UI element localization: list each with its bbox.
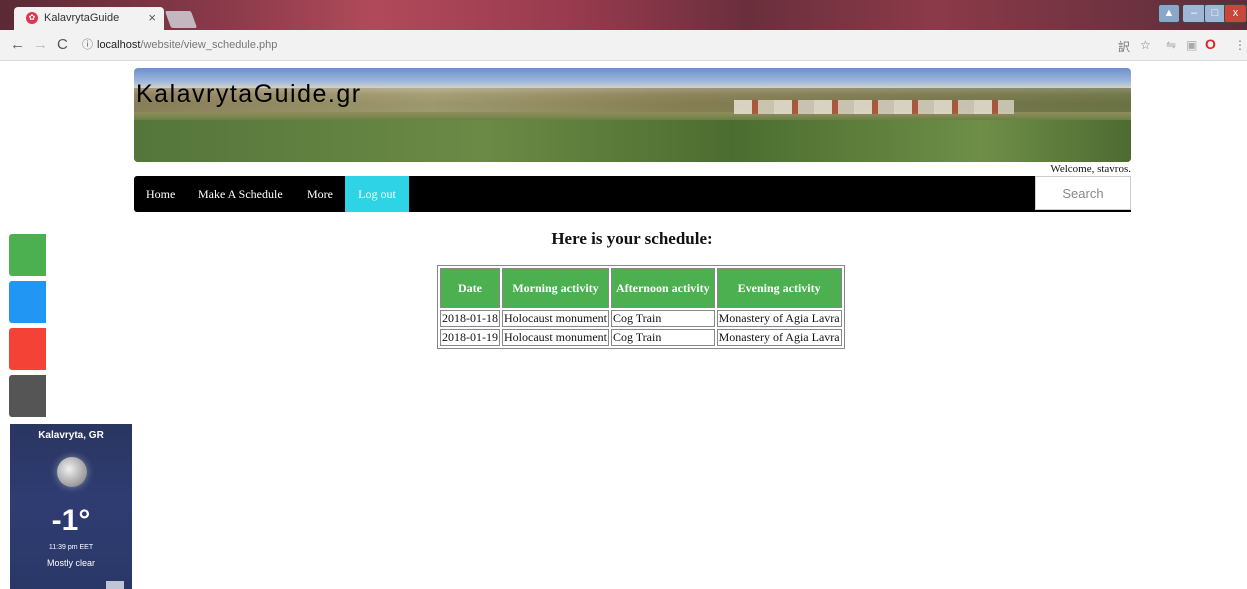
reload-icon[interactable]: C	[57, 36, 68, 53]
weather-temperature: -1°	[51, 504, 91, 537]
page-title: Here is your schedule:	[551, 229, 713, 248]
column-header-evening: Evening activity	[716, 268, 842, 308]
opera-icon[interactable]: O	[1205, 36, 1216, 52]
weather-time: 11:39 pm EET	[48, 544, 94, 551]
schedule-table: Date Morning activity Afternoon activity…	[437, 265, 845, 349]
nav-home[interactable]: Home	[146, 176, 175, 212]
cell-afternoon: Cog Train	[610, 310, 715, 327]
tab-close-icon[interactable]: ×	[148, 10, 156, 25]
back-arrow-icon[interactable]: ←	[10, 36, 25, 53]
site-favicon-icon: ✿	[26, 12, 38, 24]
cell-morning: Holocaust monument	[502, 310, 609, 327]
url-host: localhost	[97, 39, 141, 51]
search-input[interactable]: Search	[1035, 176, 1131, 210]
weather-condition: Mostly clear	[46, 558, 95, 568]
translate-icon[interactable]: 訳	[1118, 38, 1130, 55]
window-maximize-button[interactable]: □	[1204, 4, 1226, 23]
weather-expand-icon[interactable]	[106, 581, 124, 589]
tab-title: KalavrytaGuide	[44, 12, 120, 24]
window-user-icon[interactable]: ▲	[1158, 4, 1180, 23]
table-row: 2018-01-19 Holocaust monument Cog Train …	[440, 329, 842, 346]
column-header-morning: Morning activity	[502, 268, 609, 308]
nav-more[interactable]: More	[307, 176, 333, 212]
nav-make-schedule[interactable]: Make A Schedule	[198, 176, 283, 212]
cell-date: 2018-01-19	[440, 329, 500, 346]
browser-menu-icon[interactable]: ⋮	[1234, 38, 1246, 52]
welcome-message: Welcome, stavros.	[1050, 163, 1131, 175]
site-banner: KalavrytaGuide.gr	[134, 68, 1131, 162]
share-button-gray[interactable]	[9, 375, 46, 417]
main-navigation: Home Make A Schedule More Log out	[134, 176, 1131, 212]
address-bar: ← → C ⓘ localhost/website/view_schedule.p…	[0, 30, 1247, 61]
forward-arrow-icon[interactable]: →	[33, 36, 48, 53]
nav-logout[interactable]: Log out	[345, 176, 409, 212]
moon-icon	[57, 457, 87, 487]
weather-location: Kalavryta, GR	[38, 430, 104, 441]
extension-icon[interactable]: ▣	[1186, 38, 1197, 52]
url-input[interactable]: ⓘ localhost/website/view_schedule.php	[82, 35, 1102, 55]
extension-icon[interactable]: ⇋	[1166, 38, 1176, 52]
bookmark-star-icon[interactable]: ☆	[1140, 38, 1151, 52]
column-header-afternoon: Afternoon activity	[610, 268, 715, 308]
banner-field	[134, 120, 1131, 162]
info-icon[interactable]: ⓘ	[82, 39, 93, 51]
site-logo[interactable]: KalavrytaGuide.gr	[136, 80, 362, 109]
browser-tab[interactable]: ✿ KalavrytaGuide ×	[14, 7, 164, 30]
banner-village	[734, 100, 1014, 114]
weather-widget[interactable]: Kalavryta, GR -1° 11:39 pm EET Mostly cl…	[10, 424, 132, 589]
url-path: /website/view_schedule.php	[140, 39, 278, 51]
cell-morning: Holocaust monument	[502, 329, 609, 346]
new-tab-button[interactable]	[164, 11, 198, 28]
cell-afternoon: Cog Train	[610, 329, 715, 346]
window-minimize-button[interactable]: –	[1182, 4, 1206, 23]
cell-evening: Monastery of Agia Lavra	[716, 310, 842, 327]
table-row: 2018-01-18 Holocaust monument Cog Train …	[440, 310, 842, 327]
share-button-green[interactable]	[9, 234, 46, 276]
browser-titlebar: ✿ KalavrytaGuide × ▲ – □ x	[0, 0, 1247, 30]
column-header-date: Date	[440, 268, 500, 308]
share-button-blue[interactable]	[9, 281, 46, 323]
share-button-red[interactable]	[9, 328, 46, 370]
cell-evening: Monastery of Agia Lavra	[716, 329, 842, 346]
window-close-button[interactable]: x	[1224, 4, 1247, 23]
cell-date: 2018-01-18	[440, 310, 500, 327]
table-header-row: Date Morning activity Afternoon activity…	[440, 268, 842, 308]
